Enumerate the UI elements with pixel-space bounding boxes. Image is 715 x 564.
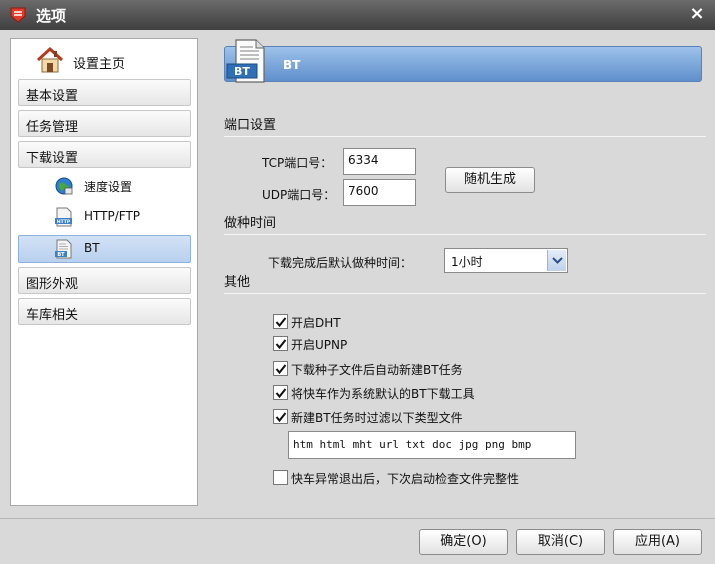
checkmark-icon — [275, 317, 287, 328]
sidebar-item-http-ftp[interactable]: HTTP HTTP/FTP — [18, 203, 191, 231]
checkmark-icon — [275, 412, 287, 423]
bt-file-icon: BT — [55, 239, 72, 259]
sidebar-home-label: 设置主页 — [73, 57, 126, 72]
checkbox[interactable] — [273, 470, 288, 485]
option-label: 新建BT任务时过滤以下类型文件 — [291, 411, 463, 425]
sidebar-item-label: 基本设置 — [26, 89, 79, 104]
close-icon: × — [689, 3, 705, 24]
seed-time-select[interactable]: 1小时 — [444, 248, 568, 273]
udp-port-input[interactable]: 7600 — [343, 179, 416, 206]
bt-badge-text: BT — [234, 65, 250, 78]
http-file-icon: HTTP — [55, 207, 72, 227]
ok-button[interactable]: 确定(O) — [419, 529, 508, 555]
apply-button[interactable]: 应用(A) — [613, 529, 702, 555]
checkbox[interactable] — [273, 361, 288, 376]
checkbox[interactable] — [273, 314, 288, 329]
sidebar-item-label: 速度设置 — [84, 180, 133, 194]
checkbox[interactable] — [273, 385, 288, 400]
option-label: 快车异常退出后，下次启动检查文件完整性 — [291, 472, 520, 486]
tcp-port-input[interactable]: 6334 — [343, 148, 416, 175]
bt-document-icon: BT — [226, 39, 265, 83]
seed-time-value: 1小时 — [451, 255, 483, 269]
house-icon — [36, 46, 64, 73]
sidebar-item-label: 任务管理 — [26, 120, 79, 135]
checkmark-icon — [275, 388, 287, 399]
sidebar-item-label: 下载设置 — [26, 151, 79, 166]
globe-icon — [55, 177, 73, 195]
sidebar-item-tasks[interactable]: 任务管理 — [18, 110, 191, 137]
sidebar-item-garage[interactable]: 车库相关 — [18, 298, 191, 325]
other-section-heading: 其他 — [224, 275, 251, 290]
sidebar: 设置主页 基本设置 任务管理 下载设置 速度设置 HTTP HTTP/FTP B… — [10, 38, 198, 506]
port-section-heading: 端口设置 — [224, 118, 277, 133]
dropdown-arrow[interactable] — [547, 250, 566, 271]
divider — [224, 234, 706, 235]
footer-divider — [0, 518, 715, 519]
tcp-port-label: TCP端口号： — [262, 156, 333, 170]
sidebar-item-appearance[interactable]: 图形外观 — [18, 267, 191, 294]
option-label: 将快车作为系统默认的BT下载工具 — [291, 387, 475, 401]
random-generate-button[interactable]: 随机生成 — [445, 167, 535, 193]
section-banner: BT — [224, 46, 702, 82]
checkbox[interactable] — [273, 409, 288, 424]
checkmark-icon — [275, 364, 287, 375]
sidebar-item-label: BT — [84, 241, 100, 255]
seed-time-label: 下载完成后默认做种时间： — [268, 256, 413, 270]
sidebar-item-speed[interactable]: 速度设置 — [18, 172, 191, 200]
window-title: 选项 — [36, 7, 67, 25]
checkmark-icon — [275, 339, 287, 350]
checkbox[interactable] — [273, 336, 288, 351]
flashget-logo-icon — [10, 7, 26, 23]
udp-port-label: UDP端口号： — [262, 188, 336, 202]
title-bar: 选项 × — [0, 0, 715, 30]
divider — [224, 136, 706, 137]
sidebar-item-home[interactable]: 设置主页 — [35, 45, 185, 77]
option-label: 开启UPNP — [291, 338, 348, 352]
svg-text:HTTP: HTTP — [57, 219, 71, 225]
divider — [224, 293, 706, 294]
sidebar-item-label: 车库相关 — [26, 308, 79, 323]
option-label: 下载种子文件后自动新建BT任务 — [291, 363, 463, 377]
svg-text:BT: BT — [57, 252, 65, 258]
seed-section-heading: 做种时间 — [224, 216, 277, 231]
chevron-down-icon — [552, 257, 563, 264]
cancel-button[interactable]: 取消(C) — [516, 529, 605, 555]
close-button[interactable]: × — [687, 4, 707, 24]
sidebar-item-basic[interactable]: 基本设置 — [18, 79, 191, 106]
option-label: 开启DHT — [291, 316, 341, 330]
sidebar-item-bt[interactable]: BT BT — [18, 235, 191, 263]
banner-title: BT — [283, 58, 301, 72]
sidebar-item-label: 图形外观 — [26, 277, 79, 292]
filter-types-input[interactable]: htm html mht url txt doc jpg png bmp — [288, 431, 576, 459]
sidebar-item-label: HTTP/FTP — [84, 209, 141, 223]
sidebar-item-download[interactable]: 下载设置 — [18, 141, 191, 168]
